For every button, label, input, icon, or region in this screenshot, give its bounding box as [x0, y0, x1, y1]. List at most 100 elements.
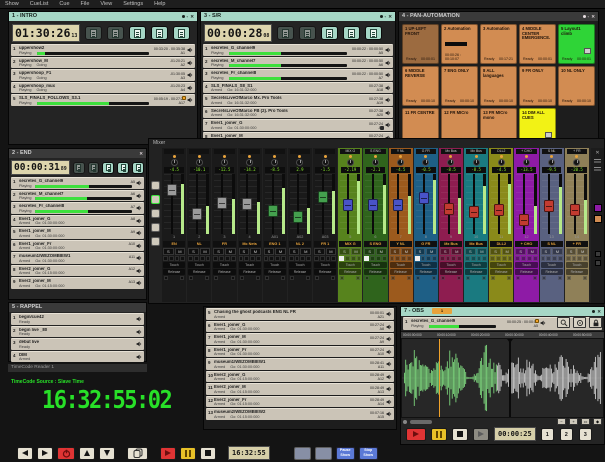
touch-button[interactable]: Touch — [364, 262, 386, 268]
menu-item[interactable]: Cue — [59, 1, 69, 7]
strip-option-icon[interactable] — [281, 276, 285, 280]
fader-cap[interactable] — [217, 197, 227, 209]
zoom-tool-button[interactable] — [557, 317, 570, 328]
mute-button[interactable]: M — [250, 248, 261, 255]
mixer-channel-strip[interactable]: Mx Bus -8.5 10 Mx Bus S M Touch Release — [464, 148, 488, 302]
speaker-icon[interactable] — [136, 243, 142, 249]
speaker-icon[interactable] — [136, 280, 142, 286]
strip-assign-button[interactable] — [175, 256, 180, 261]
cue-export-button[interactable] — [132, 162, 144, 174]
strip-assign-button[interactable] — [275, 256, 280, 261]
strip-assign-button[interactable] — [546, 256, 551, 261]
mute-button[interactable]: M — [300, 248, 311, 255]
strip-assign-button[interactable] — [477, 256, 482, 261]
fader-track[interactable] — [391, 174, 411, 234]
solo-button[interactable]: S — [188, 248, 199, 255]
cue-insert-button[interactable] — [129, 26, 146, 40]
fader-track[interactable] — [340, 174, 360, 234]
fader-track[interactable] — [466, 174, 486, 234]
cue-row[interactable]: 10 Ever2_joiner_G Armed Go: 01:15:00:000… — [206, 371, 394, 383]
pan-cue-tile[interactable]: 2 Automation 00:00:26 : 00:10:07 — [441, 24, 478, 64]
touch-button[interactable]: Touch — [415, 262, 437, 268]
strip-assign-button[interactable] — [320, 256, 325, 261]
speaker-icon[interactable] — [386, 311, 392, 317]
solo-button[interactable]: S — [314, 248, 325, 255]
strip-assign-button[interactable] — [382, 256, 387, 261]
waveform-ruler[interactable]: 00:00:00:000 00:00:10:000 00:00:20:000 0… — [401, 331, 604, 338]
solo-button[interactable]: S — [264, 248, 275, 255]
strip-assign-button[interactable] — [583, 256, 588, 261]
strip-assign-button[interactable] — [446, 256, 451, 261]
strip-assign-button[interactable] — [326, 256, 331, 261]
zoom-out-button[interactable]: − — [557, 418, 566, 425]
mixer-option-icon[interactable] — [595, 251, 601, 257]
strip-option-icon[interactable] — [407, 276, 411, 280]
copy-cue-button[interactable] — [127, 447, 148, 460]
cue-row[interactable]: 11 Ever2_joiner_M Armed Go: 01:15:00:000… — [206, 383, 394, 395]
speaker-icon[interactable] — [385, 60, 391, 66]
cue-new-button[interactable] — [277, 26, 294, 40]
strip-option-icon[interactable] — [164, 276, 168, 280]
strip-select-button[interactable] — [213, 256, 218, 261]
speaker-icon[interactable] — [136, 218, 142, 224]
mute-button[interactable]: M — [451, 248, 462, 255]
strip-assign-button[interactable] — [194, 256, 199, 261]
speaker-icon[interactable] — [136, 205, 142, 211]
pan-knob[interactable] — [271, 159, 278, 166]
speaker-icon[interactable] — [385, 122, 391, 128]
strip-assign-button[interactable] — [521, 256, 526, 261]
solo-button[interactable]: S — [440, 248, 451, 255]
strip-assign-button[interactable] — [345, 256, 350, 261]
monitor-tool-button[interactable] — [573, 317, 586, 328]
strip-assign-button[interactable] — [219, 256, 224, 261]
strip-assign-button[interactable] — [407, 256, 412, 261]
cue-row[interactable]: 12 Ever2_joiner_Fr Armed Go: 01:15:00:00… — [206, 396, 394, 408]
panel-sr-header[interactable]: 3 - S/R ▫✕ — [201, 12, 395, 21]
strip-select-button[interactable] — [515, 256, 520, 261]
strip-select-button[interactable] — [415, 256, 420, 261]
speaker-icon[interactable] — [385, 72, 391, 78]
cue-row[interactable]: 2 begin live _80 Ready — [11, 326, 144, 338]
pan-knob[interactable] — [196, 159, 203, 166]
touch-button[interactable]: Touch — [163, 262, 185, 268]
speaker-icon[interactable] — [136, 193, 142, 199]
fader-cap[interactable] — [167, 184, 177, 196]
strip-option-icon[interactable] — [256, 276, 260, 280]
strip-assign-button[interactable] — [370, 256, 375, 261]
release-button[interactable]: Release — [239, 269, 261, 275]
pan-cue-tile[interactable]: 3 Automation Ready 00:17:21 — [480, 24, 517, 64]
strip-assign-button[interactable] — [482, 256, 487, 261]
speaker-icon[interactable] — [385, 85, 391, 91]
speaker-icon[interactable] — [136, 316, 142, 322]
fader-cap[interactable] — [192, 208, 202, 220]
panel-pan-header[interactable]: 4 - PAN-AUTOMATION ▫✕ — [399, 12, 598, 21]
release-button[interactable]: Release — [415, 269, 437, 275]
strip-assign-button[interactable] — [558, 256, 563, 261]
move-up-button[interactable] — [79, 447, 95, 460]
strip-option-icon[interactable] — [507, 276, 511, 280]
speaker-icon[interactable] — [386, 411, 392, 417]
strip-option-icon[interactable] — [432, 276, 436, 280]
touch-button[interactable]: Touch — [390, 262, 412, 268]
cue-row[interactable]: 4 DIM Armed — [11, 351, 144, 363]
touch-button[interactable]: Touch — [339, 262, 361, 268]
release-button[interactable]: Release — [289, 269, 311, 275]
page-button[interactable]: 3 — [579, 428, 592, 441]
zoom-in-button[interactable]: + — [569, 418, 578, 425]
menu-item[interactable]: Show — [5, 1, 19, 7]
strip-assign-button[interactable] — [250, 256, 255, 261]
stop-show-button[interactable]: Stop Show — [359, 447, 378, 460]
strip-assign-button[interactable] — [395, 256, 400, 261]
strip-assign-button[interactable] — [331, 256, 336, 261]
mixer-channel-strip[interactable]: + FR -20.5 14 + FR S M Touch Release — [565, 148, 589, 302]
pan-knob[interactable] — [447, 159, 454, 166]
fader-track[interactable] — [265, 174, 285, 234]
strip-option-icon[interactable] — [516, 276, 520, 280]
cue-marker-flag[interactable]: 1 — [432, 308, 452, 314]
maximize-icon[interactable]: ▫ — [385, 15, 387, 19]
mute-button[interactable]: M — [200, 248, 211, 255]
mute-button[interactable]: M — [502, 248, 513, 255]
menu-item[interactable]: Help — [154, 1, 165, 7]
strip-assign-button[interactable] — [180, 256, 185, 261]
menu-item[interactable]: File — [81, 1, 90, 7]
